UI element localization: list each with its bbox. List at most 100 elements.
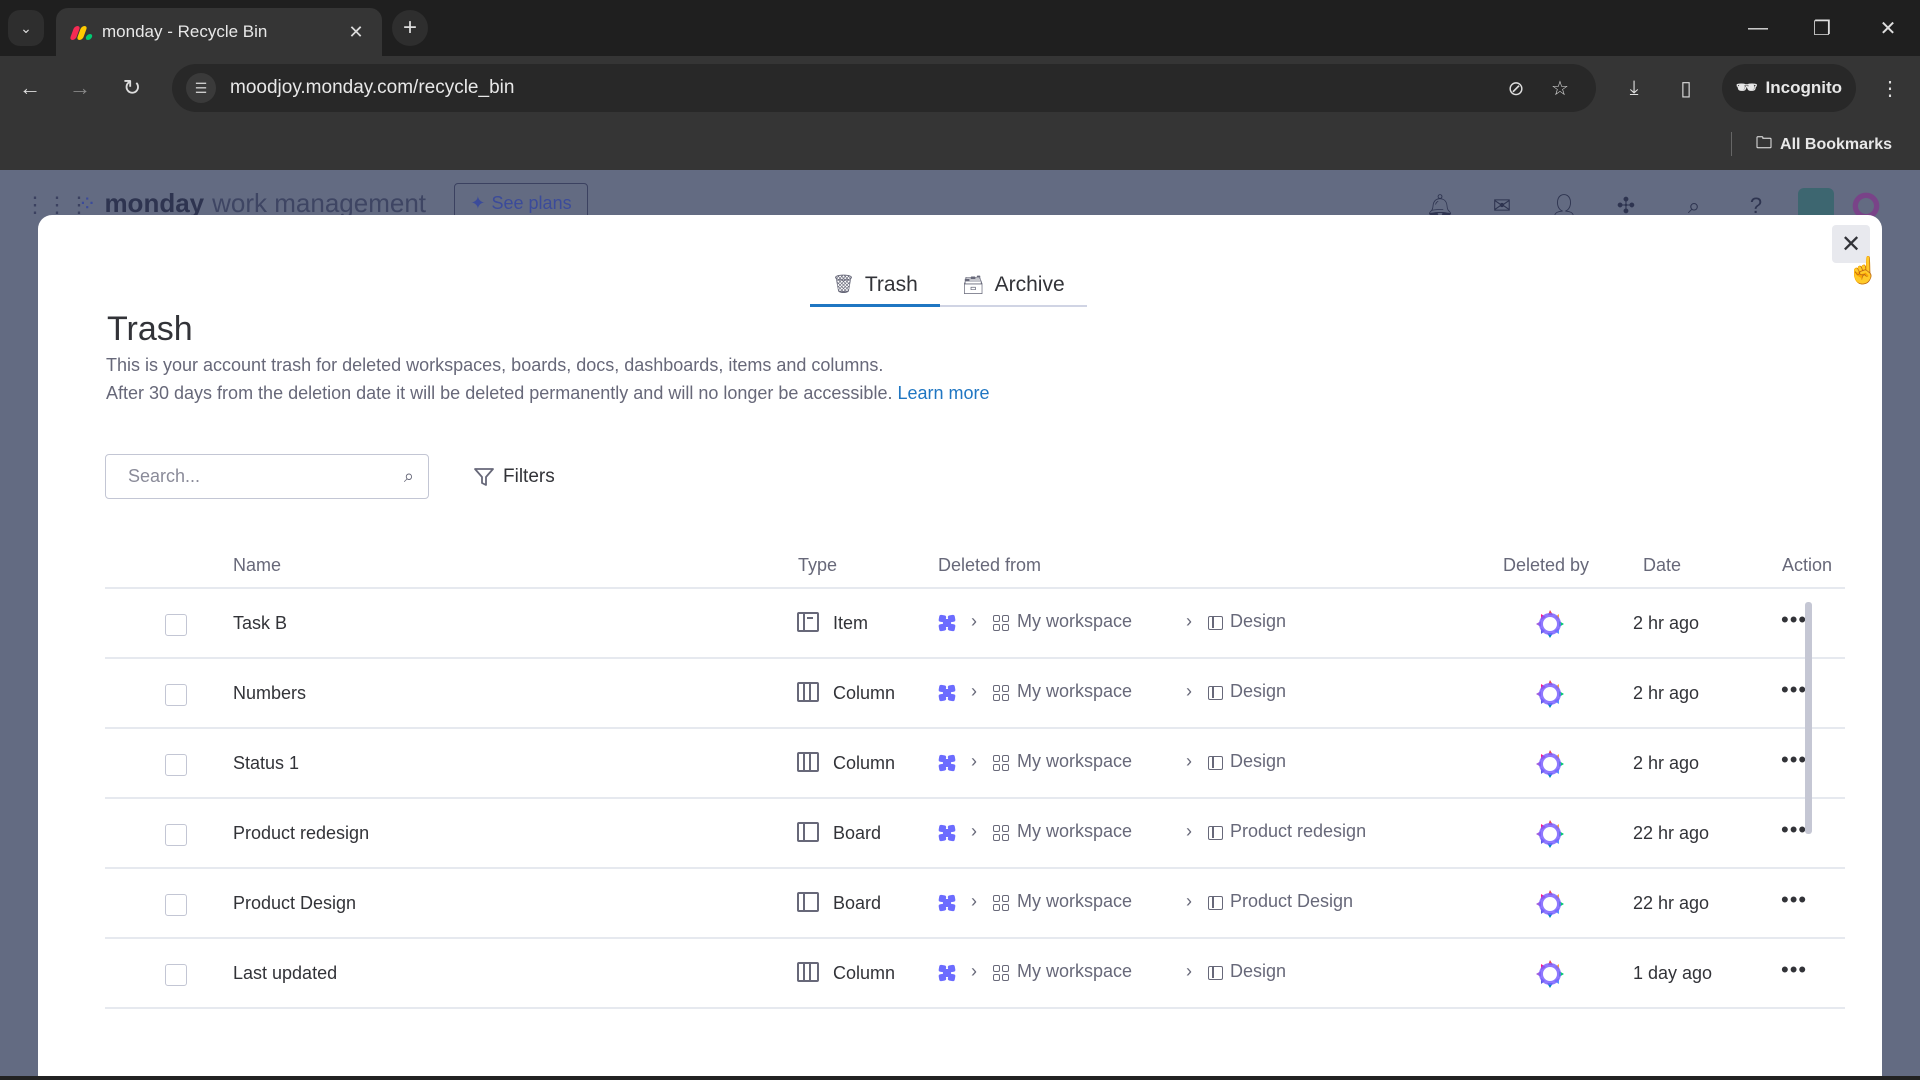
account-icon <box>938 824 956 842</box>
table-row[interactable]: Task B Item › My workspace › Design 2 hr… <box>105 589 1845 659</box>
deleted-date: 1 day ago <box>1633 963 1713 983</box>
board-type-icon <box>797 892 819 912</box>
column-header-deleted-from[interactable]: Deleted from <box>938 555 1041 576</box>
tab-trash[interactable]: 🗑︎ Trash <box>810 265 940 307</box>
close-tab-icon[interactable]: ✕ <box>344 22 368 43</box>
deleted-date: 22 hr ago <box>1633 893 1710 913</box>
filters-button[interactable]: Filters <box>473 459 555 495</box>
menu-icon[interactable]: ⋮ <box>1870 68 1910 108</box>
workspace-name[interactable]: My workspace <box>1017 891 1132 912</box>
workspace-name[interactable]: My workspace <box>1017 681 1132 702</box>
description-line-1: This is your account trash for deleted w… <box>106 355 884 375</box>
chevron-right-icon: › <box>1186 891 1192 911</box>
row-checkbox[interactable] <box>165 684 187 706</box>
address-bar[interactable]: ☰ moodjoy.monday.com/recycle_bin ⊘ ☆ <box>172 64 1596 112</box>
browser-tab[interactable]: monday - Recycle Bin ✕ <box>56 8 382 56</box>
monday-favicon-icon <box>69 23 94 41</box>
workspace-name[interactable]: My workspace <box>1017 961 1132 982</box>
item-type-icon <box>797 612 819 632</box>
sparkle-icon: ✦ <box>470 192 486 213</box>
reload-icon[interactable]: ↻ <box>112 68 152 108</box>
item-type: Item <box>833 613 869 633</box>
deleted-by-avatar[interactable] <box>1535 819 1565 849</box>
board-name[interactable]: Product redesign <box>1230 821 1366 842</box>
learn-more-link[interactable]: Learn more <box>897 383 989 403</box>
board-icon <box>1208 616 1223 630</box>
table-header: Name Type Deleted from Deleted by Date A… <box>105 545 1845 589</box>
all-bookmarks-button[interactable]: 🗀 All Bookmarks <box>1756 130 1892 160</box>
board-icon <box>1208 756 1223 770</box>
side-panel-icon[interactable]: ▯ <box>1666 68 1706 108</box>
board-name[interactable]: Design <box>1230 961 1286 982</box>
search-input[interactable] <box>128 466 404 487</box>
all-bookmarks-label: All Bookmarks <box>1780 136 1893 153</box>
eye-off-icon[interactable]: ⊘ <box>1494 76 1538 101</box>
site-info-icon[interactable]: ☰ <box>186 73 216 103</box>
board-name[interactable]: Design <box>1230 611 1286 632</box>
search-icon[interactable]: ⌕ <box>404 466 414 487</box>
table-row[interactable]: Status 1 Column › My workspace › Design <box>105 729 1845 799</box>
deleted-by-avatar[interactable] <box>1535 679 1565 709</box>
description-line-2-text: After 30 days from the deletion date it … <box>106 383 893 403</box>
restore-icon[interactable]: ❐ <box>1802 10 1842 46</box>
filter-icon <box>474 468 494 486</box>
chevron-right-icon: › <box>971 821 977 841</box>
item-name: Numbers <box>233 683 307 703</box>
item-type: Column <box>833 753 896 773</box>
column-header-deleted-by[interactable]: Deleted by <box>1503 555 1589 576</box>
forward-icon[interactable]: → <box>60 68 100 108</box>
row-checkbox[interactable] <box>165 754 187 776</box>
table-row[interactable]: Product redesign Board › My workspace › … <box>105 799 1845 869</box>
table-row[interactable]: Last updated Column › My workspace › Des… <box>105 939 1845 1009</box>
board-name[interactable]: Design <box>1230 751 1286 772</box>
table-scrollbar[interactable] <box>1805 602 1812 834</box>
board-icon <box>1208 896 1223 910</box>
row-checkbox[interactable] <box>165 824 187 846</box>
workspace-name[interactable]: My workspace <box>1017 751 1132 772</box>
tab-archive[interactable]: 🗃︎ Archive <box>939 265 1087 307</box>
chevron-right-icon: › <box>971 611 977 631</box>
column-header-name[interactable]: Name <box>233 555 281 576</box>
item-type: Column <box>833 963 896 983</box>
trash-table-body: Task B Item › My workspace › Design 2 hr… <box>105 589 1845 1009</box>
tab-list-icon[interactable]: ⌄ <box>8 10 44 46</box>
incognito-button[interactable]: 🕶 Incognito <box>1722 64 1856 112</box>
table-row[interactable]: Product Design Board › My workspace › Pr… <box>105 869 1845 939</box>
board-name[interactable]: Product Design <box>1230 891 1353 912</box>
item-name: Product redesign <box>233 823 370 843</box>
chevron-right-icon: › <box>971 681 977 701</box>
workspace-icon <box>993 755 1009 771</box>
more-actions-icon[interactable]: ••• <box>1781 607 1807 633</box>
deleted-by-avatar[interactable] <box>1535 959 1565 989</box>
more-actions-icon[interactable]: ••• <box>1781 957 1807 983</box>
account-icon <box>938 964 956 982</box>
page-title: Trash <box>107 310 193 348</box>
more-actions-icon[interactable]: ••• <box>1781 677 1807 703</box>
more-actions-icon[interactable]: ••• <box>1781 817 1807 843</box>
row-checkbox[interactable] <box>165 964 187 986</box>
workspace-icon <box>993 685 1009 701</box>
board-type-icon <box>797 822 819 842</box>
column-header-type[interactable]: Type <box>798 555 837 576</box>
table-row[interactable]: Numbers Column › My workspace › Design 2… <box>105 659 1845 729</box>
url-text[interactable]: moodjoy.monday.com/recycle_bin <box>230 77 1494 99</box>
new-tab-icon[interactable]: + <box>392 10 428 46</box>
workspace-name[interactable]: My workspace <box>1017 821 1132 842</box>
deleted-by-avatar[interactable] <box>1535 889 1565 919</box>
minimize-icon[interactable]: — <box>1738 10 1778 46</box>
back-icon[interactable]: ← <box>10 68 50 108</box>
deleted-by-avatar[interactable] <box>1535 749 1565 779</box>
row-checkbox[interactable] <box>165 614 187 636</box>
more-actions-icon[interactable]: ••• <box>1781 887 1807 913</box>
column-header-date[interactable]: Date <box>1643 555 1681 576</box>
close-window-icon[interactable]: ✕ <box>1868 10 1908 46</box>
board-name[interactable]: Design <box>1230 681 1286 702</box>
more-actions-icon[interactable]: ••• <box>1781 747 1807 773</box>
deleted-by-avatar[interactable] <box>1535 609 1565 639</box>
row-checkbox[interactable] <box>165 894 187 916</box>
workspace-name[interactable]: My workspace <box>1017 611 1132 632</box>
chevron-right-icon: › <box>1186 821 1192 841</box>
star-icon[interactable]: ☆ <box>1538 76 1582 101</box>
workspace-icon <box>993 895 1009 911</box>
download-icon[interactable]: ⤓ <box>1614 68 1654 108</box>
